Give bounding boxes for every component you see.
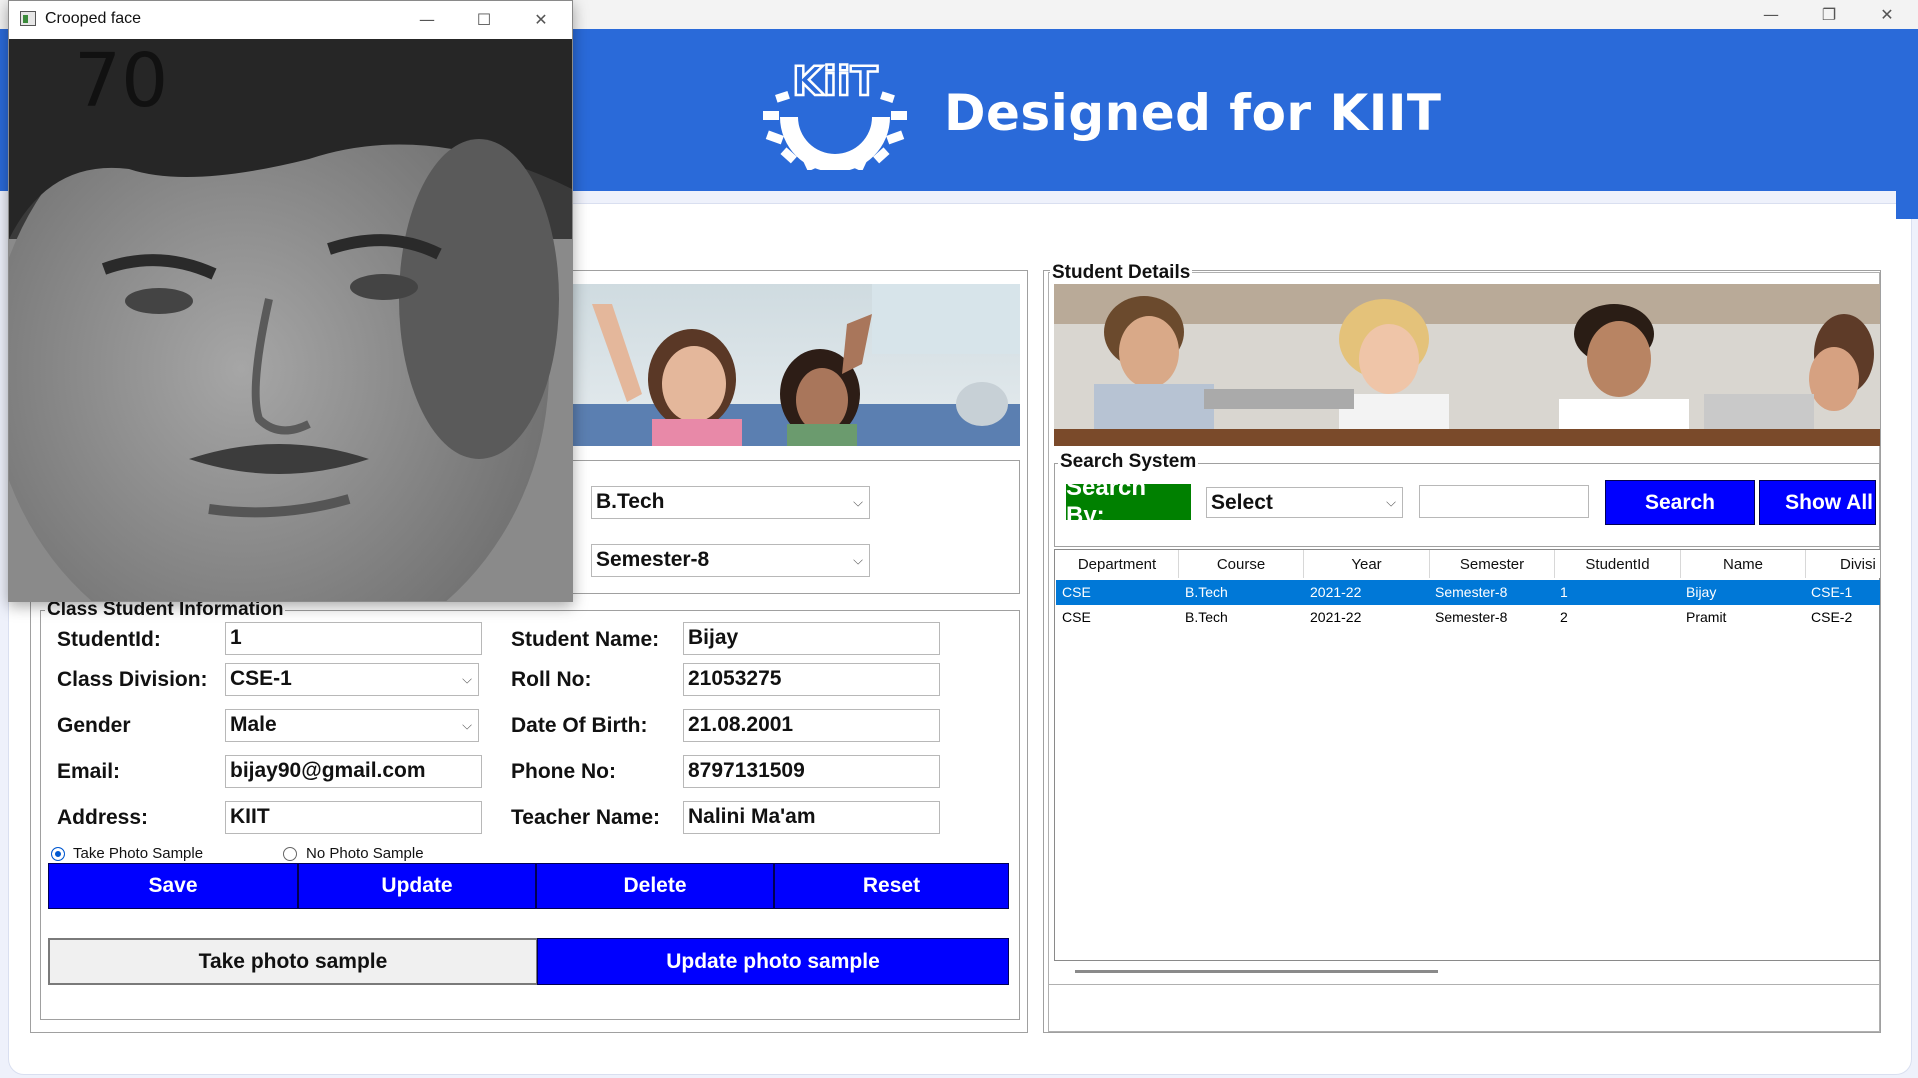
email-field[interactable]: bijay90@gmail.com	[225, 755, 482, 788]
column-header-semester[interactable]: Semester	[1430, 550, 1555, 578]
svg-text:KiiT: KiiT	[792, 59, 878, 105]
semester-select-value: Semester-8	[596, 548, 710, 571]
column-header-name[interactable]: Name	[1681, 550, 1806, 578]
student-name-label: Student Name:	[511, 628, 660, 651]
cell-name: Pramit	[1686, 609, 1727, 625]
chevron-down-icon: ⌵	[462, 718, 472, 733]
email-label: Email:	[57, 760, 121, 783]
teacher-name-field[interactable]: Nalini Ma'am	[683, 801, 940, 834]
popup-title: Crooped face	[45, 10, 142, 27]
minimize-icon[interactable]: —	[1742, 0, 1800, 29]
class-division-select[interactable]: CSE-1 ⌵	[225, 663, 479, 696]
classroom-photo	[572, 284, 1020, 446]
student-id-field[interactable]: 1	[225, 622, 482, 655]
column-header-department[interactable]: Department	[1056, 550, 1179, 578]
minimize-icon[interactable]: —	[398, 5, 456, 34]
search-by-select-value: Select	[1211, 491, 1273, 514]
cell-year: 2021-22	[1310, 584, 1362, 600]
take-photo-radio[interactable]	[51, 847, 65, 861]
no-photo-radio[interactable]	[283, 847, 297, 861]
search-button[interactable]: Search	[1605, 480, 1755, 525]
show-all-button[interactable]: Show All	[1759, 480, 1876, 525]
student-details-title: Student Details	[1050, 262, 1193, 284]
update-photo-sample-button[interactable]: Update photo sample	[537, 938, 1009, 985]
cell-department: CSE	[1062, 609, 1091, 625]
banner-title: Designed for KIIT	[944, 84, 1442, 142]
chevron-down-icon: ⌵	[853, 553, 863, 568]
cell-studentid: 2	[1560, 609, 1568, 625]
address-field[interactable]: KIIT	[225, 801, 482, 834]
cell-course: B.Tech	[1185, 584, 1228, 600]
gender-select[interactable]: Male ⌵	[225, 709, 479, 742]
class-division-value: CSE-1	[230, 667, 292, 690]
cell-division: CSE-2	[1811, 609, 1853, 625]
roll-no-label: Roll No:	[511, 668, 592, 691]
table-row[interactable]: CSE B.Tech 2021-22 Semester-8 2 Pramit C…	[1056, 605, 1880, 630]
search-input[interactable]	[1419, 485, 1589, 518]
phone-field[interactable]: 8797131509	[683, 755, 940, 788]
restore-icon[interactable]: ❐	[1800, 0, 1858, 29]
search-by-select[interactable]: Select ⌵	[1206, 487, 1403, 518]
gender-label: Gender	[57, 714, 131, 737]
class-student-info-title: Class Student Information	[45, 599, 286, 621]
cell-division: CSE-1	[1811, 584, 1853, 600]
banner-edge	[1896, 191, 1918, 219]
teacher-name-label: Teacher Name:	[511, 806, 661, 829]
horizontal-scrollbar[interactable]	[1075, 970, 1438, 973]
overlay-number: 70	[74, 38, 169, 124]
cell-name: Bijay	[1686, 584, 1717, 600]
column-header-year[interactable]: Year	[1304, 550, 1430, 578]
reset-button[interactable]: Reset	[774, 863, 1009, 909]
no-photo-radio-label: No Photo Sample	[306, 845, 424, 862]
column-header-division[interactable]: Divisi	[1806, 550, 1880, 578]
column-header-studentid[interactable]: StudentId	[1555, 550, 1681, 578]
kiit-logo: KiiT	[763, 58, 907, 170]
class-division-label: Class Division:	[57, 668, 208, 691]
status-area	[1048, 984, 1880, 1032]
semester-select[interactable]: Semester-8 ⌵	[591, 544, 870, 577]
cell-studentid: 1	[1560, 584, 1568, 600]
close-icon[interactable]: ✕	[1858, 0, 1916, 29]
delete-button[interactable]: Delete	[536, 863, 774, 909]
course-select[interactable]: B.Tech ⌵	[591, 486, 870, 519]
chevron-down-icon: ⌵	[853, 495, 863, 510]
cell-semester: Semester-8	[1435, 584, 1508, 600]
chevron-down-icon: ⌵	[1386, 495, 1396, 510]
roll-no-field[interactable]: 21053275	[683, 663, 940, 696]
students-photo	[1054, 284, 1880, 446]
search-by-label: Search By:	[1066, 474, 1191, 529]
address-label: Address:	[57, 806, 149, 829]
save-button[interactable]: Save	[48, 863, 298, 909]
search-system-title: Search System	[1058, 451, 1199, 473]
maximize-icon[interactable]: ☐	[455, 5, 513, 34]
close-icon[interactable]: ✕	[512, 5, 570, 34]
update-button[interactable]: Update	[298, 863, 536, 909]
column-header-course[interactable]: Course	[1179, 550, 1304, 578]
dob-field[interactable]: 21.08.2001	[683, 709, 940, 742]
cell-course: B.Tech	[1185, 609, 1228, 625]
table-header: Department Course Year Semester StudentI…	[1056, 550, 1880, 578]
phone-label: Phone No:	[511, 760, 616, 783]
take-photo-radio-label: Take Photo Sample	[73, 845, 204, 862]
student-id-label: StudentId:	[57, 628, 161, 651]
cell-year: 2021-22	[1310, 609, 1362, 625]
dob-label: Date Of Birth:	[511, 714, 648, 737]
cell-department: CSE	[1062, 584, 1091, 600]
course-select-value: B.Tech	[596, 490, 665, 513]
student-name-field[interactable]: Bijay	[683, 622, 940, 655]
table-row[interactable]: CSE B.Tech 2021-22 Semester-8 1 Bijay CS…	[1056, 580, 1880, 605]
gender-value: Male	[230, 713, 277, 736]
cell-semester: Semester-8	[1435, 609, 1508, 625]
chevron-down-icon: ⌵	[462, 672, 472, 687]
app-icon	[20, 11, 36, 26]
take-photo-sample-button[interactable]: Take photo sample	[48, 938, 538, 985]
